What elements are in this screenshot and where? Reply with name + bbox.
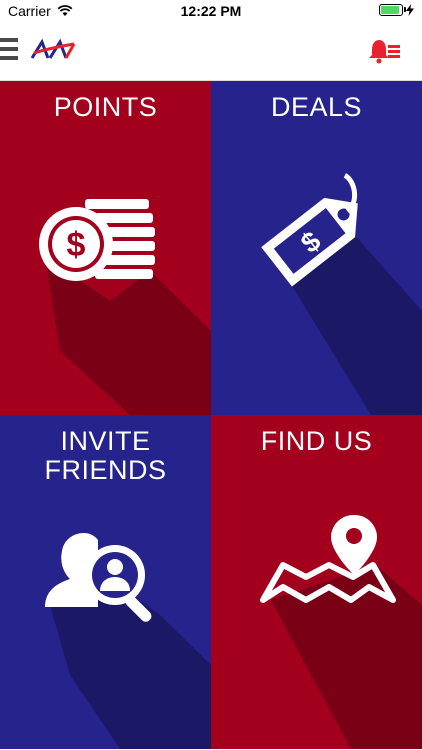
map-pin-icon: [260, 515, 422, 749]
navigation-bar: [0, 24, 422, 81]
tile-points[interactable]: POINTS $: [0, 81, 211, 415]
battery-status: [379, 4, 414, 16]
tile-deals[interactable]: DEALS $: [211, 81, 422, 415]
person-search-icon: [45, 533, 211, 749]
battery-icon: [379, 4, 406, 16]
bell-list-icon[interactable]: [368, 38, 402, 64]
coins-icon: $: [39, 199, 211, 415]
price-tag-icon: $: [261, 173, 422, 415]
tile-find-us[interactable]: FIND US: [211, 415, 422, 749]
charging-bolt-icon: [406, 4, 414, 16]
hamburger-icon[interactable]: [0, 38, 22, 62]
clock: 12:22 PM: [180, 3, 242, 19]
status-bar: Carrier 12:22 PM: [0, 0, 422, 24]
logo: [30, 38, 76, 59]
tile-invite-friends[interactable]: INVITE FRIENDS: [0, 415, 211, 749]
svg-text:$: $: [67, 226, 86, 264]
